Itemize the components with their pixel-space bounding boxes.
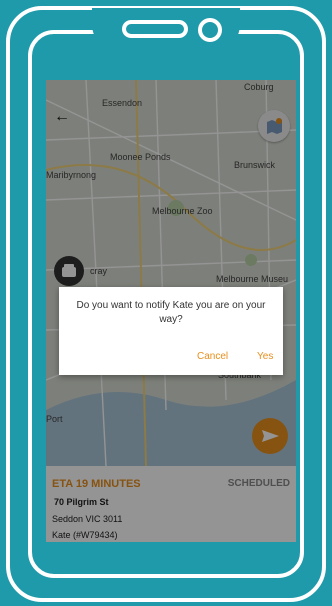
camera-icon <box>198 18 222 42</box>
yes-button[interactable]: Yes <box>257 351 273 362</box>
notify-dialog: Do you want to notify Kate you are on yo… <box>59 287 283 375</box>
cancel-button[interactable]: Cancel <box>197 351 228 362</box>
speaker-icon <box>122 20 188 38</box>
dialog-message: Do you want to notify Kate you are on yo… <box>76 300 266 325</box>
